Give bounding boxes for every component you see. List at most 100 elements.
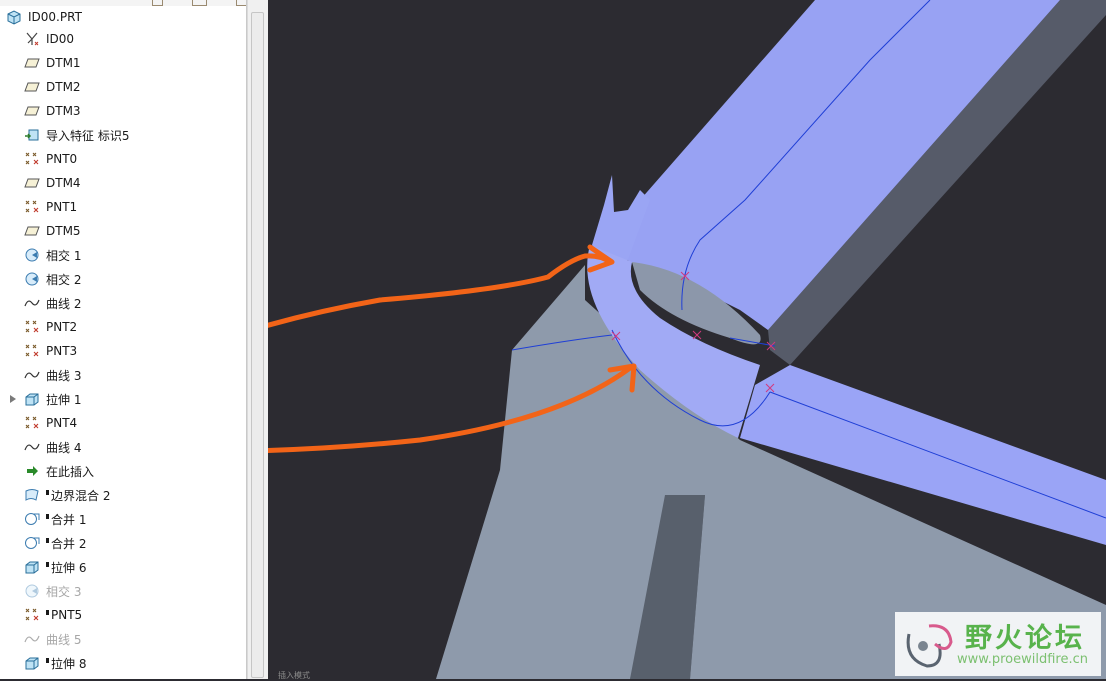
datum-point-icon: [24, 415, 40, 431]
suppressed-flag-icon: [46, 561, 49, 567]
tree-item-label: DTM3: [46, 104, 81, 118]
intersect-icon: [24, 583, 40, 599]
tree-item-label: 在此插入: [46, 464, 95, 479]
tree-item[interactable]: PNT4: [24, 412, 77, 434]
tree-item[interactable]: PNT0: [24, 148, 77, 170]
tree-item[interactable]: DTM4: [24, 172, 81, 194]
tree-item[interactable]: 曲线 2: [24, 292, 81, 314]
tree-item[interactable]: 相交 2: [24, 268, 81, 290]
datum-plane-icon: [24, 79, 40, 95]
tree-item[interactable]: 拉伸 8: [24, 652, 86, 674]
tree-item-label: 相交 2: [46, 272, 82, 287]
suppressed-flag-icon: [46, 537, 49, 543]
columns-icon[interactable]: [152, 0, 163, 6]
tree-item-label: 边界混合 2: [51, 488, 111, 503]
tree-item[interactable]: DTM5: [24, 220, 81, 242]
datum-plane-icon: [24, 175, 40, 191]
tree-item[interactable]: 合并 2: [24, 532, 86, 554]
tree-item-label: 拉伸 6: [51, 560, 87, 575]
insert-here-arrow-icon: [24, 463, 40, 479]
tree-item[interactable]: 相交 1: [24, 244, 81, 266]
tree-toolbar-strip: [0, 0, 246, 6]
tree-item[interactable]: 拉伸 1: [24, 388, 81, 410]
model-scene[interactable]: [268, 0, 1106, 679]
tree-item[interactable]: 曲线 3: [24, 364, 81, 386]
tree-item[interactable]: 曲线 4: [24, 436, 81, 458]
datum-point-icon: [24, 343, 40, 359]
suppressed-flag-icon: [46, 489, 49, 495]
suppressed-flag-icon: [46, 657, 49, 663]
tree-item[interactable]: DTM2: [24, 76, 81, 98]
tree-item-label: DTM2: [46, 80, 81, 94]
tree-filter-icon[interactable]: [236, 0, 246, 6]
tree-item[interactable]: 相交 3: [24, 580, 81, 602]
tree-item-label: PNT4: [46, 416, 78, 430]
intersect-icon: [24, 271, 40, 287]
tree-item-label: PNT0: [46, 152, 78, 166]
tree-item-label: PNT3: [46, 344, 78, 358]
tree-item-label: 相交 1: [46, 248, 82, 263]
curve-icon: [24, 367, 40, 383]
datum-point-icon: [24, 151, 40, 167]
status-text: 插入模式: [278, 671, 310, 680]
datum-plane-icon: [24, 55, 40, 71]
tree-item[interactable]: 导入特征 标识5: [24, 124, 129, 146]
tree-item-label: 曲线 4: [46, 440, 82, 455]
part-icon: [6, 9, 22, 25]
tree-item-label: 曲线 5: [46, 632, 82, 647]
watermark-title: 野火论坛: [965, 623, 1085, 654]
datum-plane-icon: [24, 103, 40, 119]
tree-item[interactable]: DTM3: [24, 100, 81, 122]
tree-item[interactable]: PNT3: [24, 340, 77, 362]
tree-item-label: PNT2: [46, 320, 78, 334]
model-tree-root-label: ID00.PRT: [28, 10, 82, 24]
tree-item-label: 拉伸 8: [51, 656, 87, 671]
settings-icon[interactable]: [192, 0, 207, 6]
boundary-blend-icon: [24, 487, 40, 503]
tree-item-label: PNT5: [51, 608, 83, 622]
tree-item-label: DTM5: [46, 224, 81, 238]
tree-item-label: 曲线 2: [46, 296, 82, 311]
tree-item-label: 相交 3: [46, 584, 82, 599]
tree-item-label: 合并 2: [51, 536, 87, 551]
forum-watermark: 野火论坛 www.proewildfire.cn: [895, 612, 1101, 676]
model-tree-root[interactable]: ID00.PRT: [6, 8, 82, 26]
extrude-icon: [24, 559, 40, 575]
tree-item[interactable]: PNT5: [24, 604, 82, 626]
tree-item-label: DTM4: [46, 176, 81, 190]
extrude-icon: [24, 655, 40, 671]
csys-icon: [24, 31, 40, 47]
tree-item[interactable]: DTM1: [24, 52, 81, 74]
tree-item[interactable]: 边界混合 2: [24, 484, 110, 506]
tree-item[interactable]: ID00: [24, 28, 74, 50]
forum-logo: [906, 624, 953, 668]
suppressed-flag-icon: [46, 609, 49, 615]
graphics-viewport[interactable]: 插入模式: [268, 0, 1106, 680]
tree-item-label: 曲线 3: [46, 368, 82, 383]
model-tree-panel: ID00.PRT ID00 DTM1 DTM2 DTM3 导入特征 标识5 PNT0 DTM…: [0, 0, 247, 679]
tree-item-label: ID00: [46, 32, 75, 46]
curve-icon: [24, 295, 40, 311]
expand-arrow-icon[interactable]: [10, 395, 16, 403]
tree-item[interactable]: 合并 1: [24, 508, 86, 530]
tree-item[interactable]: 拉伸 6: [24, 556, 86, 578]
tree-item[interactable]: PNT1: [24, 196, 77, 218]
import-feature-icon: [24, 127, 40, 143]
suppressed-flag-icon: [46, 513, 49, 519]
tree-item[interactable]: PNT2: [24, 316, 77, 338]
tree-item-label: 拉伸 1: [46, 392, 82, 407]
tree-scrollbar-thumb[interactable]: [251, 12, 264, 678]
curve-icon: [24, 631, 40, 647]
watermark-url: www.proewildfire.cn: [957, 652, 1088, 667]
tree-item-label: PNT1: [46, 200, 78, 214]
tree-item-label: 合并 1: [51, 512, 87, 527]
datum-point-icon: [24, 607, 40, 623]
merge-icon: [24, 535, 40, 551]
tree-item[interactable]: 在此插入: [24, 460, 94, 482]
datum-plane-icon: [24, 223, 40, 239]
extrude-icon: [24, 391, 40, 407]
intersect-icon: [24, 247, 40, 263]
curve-icon: [24, 439, 40, 455]
tree-item[interactable]: 曲线 5: [24, 628, 81, 650]
merge-icon: [24, 511, 40, 527]
